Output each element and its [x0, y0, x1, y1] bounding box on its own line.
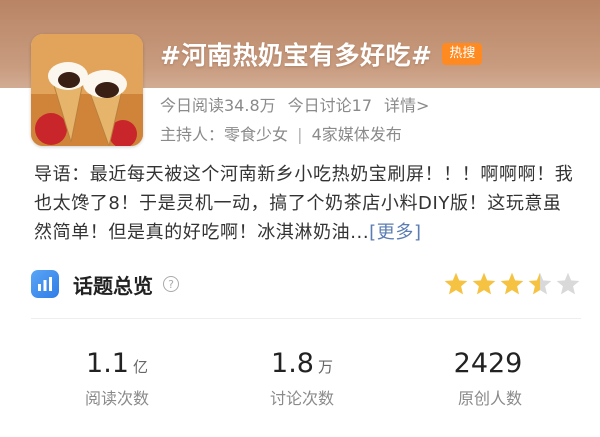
topic-thumbnail[interactable]: [31, 34, 143, 146]
rating-stars: [443, 271, 581, 297]
metric-label: 讨论次数: [269, 389, 334, 408]
today-stats: 今日阅读34.8万 今日讨论17 详情>: [160, 92, 429, 115]
host-separator: |: [297, 125, 303, 144]
today-discussions: 今日讨论17: [287, 96, 373, 115]
topic-title-row: #河南热奶宝有多好吃# 热搜: [160, 36, 483, 72]
metric-discussions: 1.8 万 讨论次数: [222, 348, 382, 409]
metric-unit: 万: [317, 358, 333, 376]
topic-card: #河南热奶宝有多好吃# 热搜 今日阅读34.8万 今日讨论17 详情> 主持人：…: [0, 0, 600, 437]
metric-label: 阅读次数: [84, 389, 149, 408]
host-label[interactable]: 主持人：零食少女: [160, 125, 288, 144]
metric-value: 1.1: [86, 348, 129, 379]
host-info: 主持人：零食少女 | 4家媒体发布: [160, 121, 402, 144]
hot-search-badge: 热搜: [442, 43, 483, 65]
metric-original-authors: 2429 原创人数: [410, 348, 570, 409]
more-link[interactable]: [更多]: [369, 222, 421, 243]
metric-reads: 1.1 亿 阅读次数: [37, 348, 197, 409]
chart-icon: [31, 270, 59, 298]
intro-text: 导语：最近每天被这个河南新乡小吃热奶宝刷屏！！！啊啊啊！我也太馋了8！于是灵机一…: [34, 164, 574, 243]
metric-label: 原创人数: [457, 389, 522, 408]
star-icon: [444, 272, 468, 295]
star-icon: [556, 272, 580, 295]
metric-value: 2429: [453, 348, 523, 379]
media-count[interactable]: 4家媒体发布: [312, 125, 402, 144]
overview-title: 话题总览: [73, 273, 153, 298]
metric-value: 1.8: [271, 348, 314, 379]
today-reads: 今日阅读34.8万: [160, 96, 276, 115]
topic-overview-row: 话题总览 ?: [31, 267, 581, 301]
topic-title: #河南热奶宝有多好吃#: [160, 41, 433, 70]
help-icon[interactable]: ?: [163, 276, 179, 292]
topic-intro: 导语：最近每天被这个河南新乡小吃热奶宝刷屏！！！啊啊啊！我也太馋了8！于是灵机一…: [34, 160, 574, 247]
star-icon: [500, 272, 524, 295]
details-link[interactable]: 详情>: [384, 92, 429, 115]
divider: [31, 318, 581, 319]
star-icon: [528, 272, 552, 295]
star-icon: [472, 272, 496, 295]
metric-unit: 亿: [132, 358, 148, 376]
